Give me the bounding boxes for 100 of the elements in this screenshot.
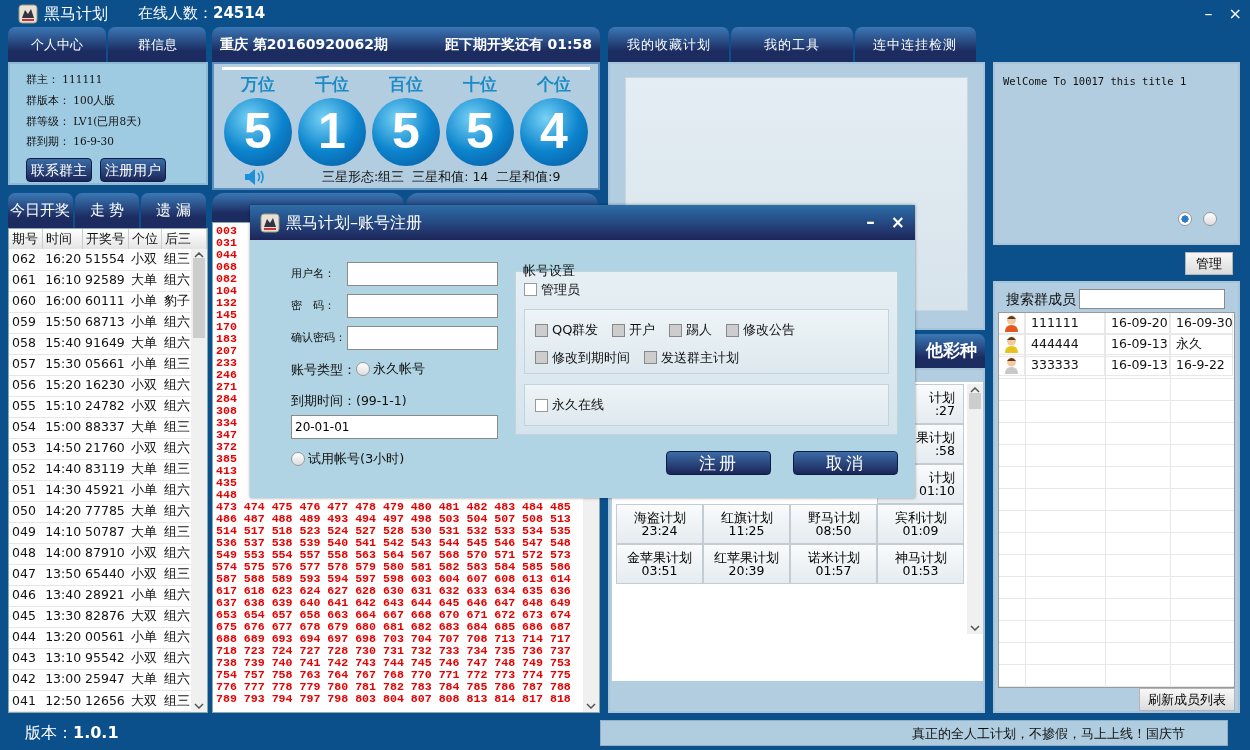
plan-button[interactable]: 海盗计划 23:24: [616, 504, 703, 544]
table-cell: 小单: [127, 585, 162, 607]
number-row: 145: [216, 309, 237, 321]
table-cell: 14:20: [42, 501, 83, 523]
column-header[interactable]: 个位: [128, 229, 162, 249]
plan-button[interactable]: 诺米计划 01:57: [790, 544, 877, 584]
table-cell: 043: [9, 648, 43, 670]
minimize-button[interactable]: –: [1204, 1, 1213, 26]
number-row: 617 618 623 624 627 628 630 631 632 633 634 635 636: [216, 585, 571, 597]
table-cell: 053: [9, 438, 43, 460]
table-cell: 12:50: [42, 690, 83, 712]
logo-icon: [260, 212, 280, 233]
plan-button[interactable]: 红苹果计划 20:39: [703, 544, 790, 584]
page-dot[interactable]: [1203, 212, 1217, 226]
tab[interactable]: 遗 漏: [141, 193, 206, 228]
notice-text: WelCome To 10017 this title 1: [1003, 74, 1188, 89]
tab[interactable]: 个人中心: [8, 27, 106, 62]
table-cell: 14:30: [42, 480, 83, 502]
chevron-up-icon[interactable]: [194, 252, 204, 258]
field-label: 密 码：: [291, 297, 336, 314]
number-row: 653 654 657 658 663 664 667 668 670 671 672 673 674: [216, 609, 571, 621]
text-field[interactable]: [347, 262, 498, 286]
number-ball: 1: [298, 97, 366, 166]
checkbox[interactable]: 管理员: [524, 280, 580, 300]
table-cell: 15:40: [42, 333, 83, 355]
tab[interactable]: 连中连挂检测: [854, 27, 976, 62]
number-row: 473 474 475 476 477 478 479 480 481 482 483 484 485: [216, 501, 571, 513]
plan-button[interactable]: 野马计划 08:50: [790, 504, 877, 544]
search-field[interactable]: [1079, 289, 1225, 309]
close-button[interactable]: ×: [890, 209, 905, 236]
number-row: 170: [216, 321, 237, 333]
table-cell: 永久: [1170, 334, 1233, 355]
table-cell: 13:50: [42, 564, 83, 586]
dialog-button[interactable]: 取消: [793, 450, 898, 475]
chevron-down-icon[interactable]: [586, 703, 596, 709]
manage-button[interactable]: 管理: [1185, 252, 1233, 275]
refresh-button[interactable]: 刷新成员列表: [1139, 688, 1235, 711]
scrollbar[interactable]: [967, 384, 983, 634]
number-row: 347: [216, 429, 237, 441]
table-cell: 小单: [127, 480, 162, 502]
scrollbar[interactable]: [191, 249, 207, 712]
tab[interactable]: 我的收藏计划: [608, 27, 730, 62]
table-cell: 60111: [82, 291, 128, 313]
table-cell: 82876: [82, 606, 128, 628]
dialog-title: 黑马计划–账号注册: [286, 211, 422, 234]
plan-button[interactable]: 神马计划 01:53: [877, 544, 964, 584]
action-button[interactable]: 注册用户: [100, 158, 166, 182]
checkbox[interactable]: 永久在线: [535, 395, 604, 415]
number-row: 233: [216, 357, 237, 369]
table-cell: 055: [9, 396, 43, 418]
tab[interactable]: 走 势: [74, 193, 140, 228]
table-cell: 小单: [127, 627, 162, 649]
number-row: 183: [216, 333, 237, 345]
number-row: 031: [216, 237, 237, 249]
table-cell: 小单: [127, 312, 162, 334]
field-label: 确认密码：: [291, 329, 347, 346]
table-cell: 054: [9, 417, 43, 439]
dialog-button[interactable]: 注册: [666, 450, 771, 475]
text-field[interactable]: [347, 326, 498, 350]
column-header[interactable]: 期号: [9, 229, 43, 249]
table-cell: 056: [9, 375, 43, 397]
chevron-up-icon[interactable]: [970, 387, 980, 393]
action-button[interactable]: 联系群主: [26, 158, 92, 182]
number-row: 637 638 639 640 641 642 643 644 645 646 647 648 649: [216, 597, 571, 609]
close-button[interactable]: ×: [1228, 1, 1242, 26]
tab[interactable]: 今日开奖: [8, 193, 73, 228]
number-row: 068: [216, 261, 237, 273]
table-cell: 050: [9, 501, 43, 523]
radio-button[interactable]: 永久帐号: [356, 359, 425, 379]
table-cell: 15:20: [42, 375, 83, 397]
table-cell: 046: [9, 585, 43, 607]
field-label: 到期时间：(99-1-1): [291, 392, 408, 410]
expiry-field[interactable]: 20-01-01: [291, 414, 498, 439]
table-cell: 14:40: [42, 459, 83, 481]
text-field[interactable]: [347, 294, 498, 318]
plan-button[interactable]: 宾利计划 01:09: [877, 504, 964, 544]
radio-button[interactable]: 试用帐号(3小时): [291, 448, 405, 469]
table-cell: 28921: [82, 585, 128, 607]
group-title: 帐号设置: [522, 262, 576, 280]
tab[interactable]: 我的工具: [731, 27, 853, 62]
column-header[interactable]: 开奖号: [82, 229, 129, 249]
page-dot[interactable]: [1178, 212, 1192, 226]
table-cell: 16-09-20: [1105, 313, 1170, 334]
plan-button[interactable]: 金苹果计划 03:51: [616, 544, 703, 584]
plan-button[interactable]: 红旗计划 11:25: [703, 504, 790, 544]
table-cell: 83119: [82, 459, 128, 481]
logo-icon: [18, 3, 38, 24]
column-header[interactable]: 时间: [42, 229, 83, 249]
table-cell: 45921: [82, 480, 128, 502]
online-count: 在线人数：24514: [138, 3, 266, 25]
minimize-button[interactable]: –: [866, 209, 875, 236]
table-cell: 大单: [127, 669, 162, 691]
scroll-thumb[interactable]: [193, 258, 205, 338]
number-row: 044: [216, 249, 237, 261]
speaker-icon[interactable]: [244, 167, 266, 186]
tab[interactable]: 群信息: [108, 27, 206, 62]
chevron-down-icon[interactable]: [970, 625, 980, 631]
chevron-down-icon[interactable]: [194, 703, 204, 709]
scroll-thumb[interactable]: [969, 393, 981, 409]
column-header[interactable]: 后三: [161, 229, 207, 249]
